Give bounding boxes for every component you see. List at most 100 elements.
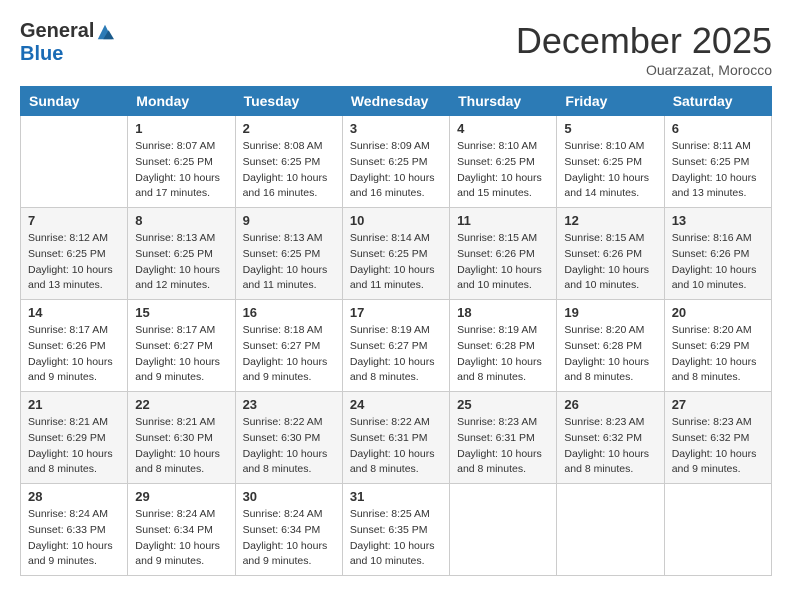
calendar-cell [664, 484, 771, 576]
day-info: Sunrise: 8:17 AMSunset: 6:27 PMDaylight:… [135, 323, 227, 386]
calendar-cell: 7 Sunrise: 8:12 AMSunset: 6:25 PMDaylight… [21, 208, 128, 300]
calendar-cell: 31Sunrise: 8:25 AMSunset: 6:35 PMDayligh… [342, 484, 449, 576]
day-number: 21 [28, 397, 120, 412]
column-header-wednesday: Wednesday [342, 87, 449, 116]
calendar-week-row: 28Sunrise: 8:24 AMSunset: 6:33 PMDayligh… [21, 484, 772, 576]
calendar-cell: 17 Sunrise: 8:19 AMSunset: 6:27 PMDayligh… [342, 300, 449, 392]
day-number: 5 [564, 121, 656, 136]
day-number: 4 [457, 121, 549, 136]
day-info: Sunrise: 8:20 AMSunset: 6:28 PMDaylight:… [564, 323, 656, 386]
column-header-saturday: Saturday [664, 87, 771, 116]
day-number: 22 [135, 397, 227, 412]
title-block: December 2025 Ouarzazat, Morocco [516, 20, 772, 78]
day-info: Sunrise: 8:22 AMSunset: 6:30 PMDaylight:… [243, 415, 335, 478]
day-info: Sunrise: 8:23 AMSunset: 6:32 PMDaylight:… [564, 415, 656, 478]
day-info: Sunrise: 8:15 AMSunset: 6:26 PMDaylight:… [457, 231, 549, 294]
calendar-cell [557, 484, 664, 576]
calendar-cell: 26 Sunrise: 8:23 AMSunset: 6:32 PMDayligh… [557, 392, 664, 484]
day-number: 12 [564, 213, 656, 228]
day-number: 9 [243, 213, 335, 228]
day-info: Sunrise: 8:13 AMSunset: 6:25 PMDaylight:… [243, 231, 335, 294]
calendar-cell [450, 484, 557, 576]
day-number: 13 [672, 213, 764, 228]
day-number: 26 [564, 397, 656, 412]
location-subtitle: Ouarzazat, Morocco [516, 62, 772, 78]
calendar-cell: 11 Sunrise: 8:15 AMSunset: 6:26 PMDayligh… [450, 208, 557, 300]
day-info: Sunrise: 8:23 AMSunset: 6:32 PMDaylight:… [672, 415, 764, 478]
day-number: 25 [457, 397, 549, 412]
day-number: 19 [564, 305, 656, 320]
day-info: Sunrise: 8:25 AMSunset: 6:35 PMDaylight:… [350, 507, 442, 570]
calendar-cell: 22 Sunrise: 8:21 AMSunset: 6:30 PMDayligh… [128, 392, 235, 484]
day-info: Sunrise: 8:08 AMSunset: 6:25 PMDaylight:… [243, 139, 335, 202]
day-number: 27 [672, 397, 764, 412]
day-info: Sunrise: 8:18 AMSunset: 6:27 PMDaylight:… [243, 323, 335, 386]
day-info: Sunrise: 8:15 AMSunset: 6:26 PMDaylight:… [564, 231, 656, 294]
day-info: Sunrise: 8:12 AMSunset: 6:25 PMDaylight:… [28, 231, 120, 294]
day-number: 16 [243, 305, 335, 320]
day-info: Sunrise: 8:10 AMSunset: 6:25 PMDaylight:… [457, 139, 549, 202]
day-number: 2 [243, 121, 335, 136]
day-number: 10 [350, 213, 442, 228]
day-info: Sunrise: 8:17 AMSunset: 6:26 PMDaylight:… [28, 323, 120, 386]
calendar-cell: 27 Sunrise: 8:23 AMSunset: 6:32 PMDayligh… [664, 392, 771, 484]
day-number: 17 [350, 305, 442, 320]
day-number: 1 [135, 121, 227, 136]
day-info: Sunrise: 8:19 AMSunset: 6:27 PMDaylight:… [350, 323, 442, 386]
calendar-cell: 21 Sunrise: 8:21 AMSunset: 6:29 PMDayligh… [21, 392, 128, 484]
calendar-cell: 9 Sunrise: 8:13 AMSunset: 6:25 PMDaylight… [235, 208, 342, 300]
day-info: Sunrise: 8:14 AMSunset: 6:25 PMDaylight:… [350, 231, 442, 294]
calendar-cell: 13 Sunrise: 8:16 AMSunset: 6:26 PMDayligh… [664, 208, 771, 300]
calendar-week-row: 21 Sunrise: 8:21 AMSunset: 6:29 PMDayligh… [21, 392, 772, 484]
day-info: Sunrise: 8:23 AMSunset: 6:31 PMDaylight:… [457, 415, 549, 478]
day-info: Sunrise: 8:22 AMSunset: 6:31 PMDaylight:… [350, 415, 442, 478]
calendar-cell: 3Sunrise: 8:09 AMSunset: 6:25 PMDaylight… [342, 116, 449, 208]
day-info: Sunrise: 8:21 AMSunset: 6:30 PMDaylight:… [135, 415, 227, 478]
day-info: Sunrise: 8:24 AMSunset: 6:34 PMDaylight:… [243, 507, 335, 570]
calendar-cell: 18 Sunrise: 8:19 AMSunset: 6:28 PMDayligh… [450, 300, 557, 392]
calendar-cell [21, 116, 128, 208]
day-number: 24 [350, 397, 442, 412]
calendar-week-row: 1 Sunrise: 8:07 AMSunset: 6:25 PMDaylight… [21, 116, 772, 208]
calendar-cell: 4 Sunrise: 8:10 AMSunset: 6:25 PMDaylight… [450, 116, 557, 208]
day-number: 20 [672, 305, 764, 320]
calendar-cell: 2 Sunrise: 8:08 AMSunset: 6:25 PMDaylight… [235, 116, 342, 208]
column-header-tuesday: Tuesday [235, 87, 342, 116]
day-number: 23 [243, 397, 335, 412]
calendar-cell: 20 Sunrise: 8:20 AMSunset: 6:29 PMDayligh… [664, 300, 771, 392]
day-info: Sunrise: 8:16 AMSunset: 6:26 PMDaylight:… [672, 231, 764, 294]
calendar-cell: 24 Sunrise: 8:22 AMSunset: 6:31 PMDayligh… [342, 392, 449, 484]
calendar-cell: 15 Sunrise: 8:17 AMSunset: 6:27 PMDayligh… [128, 300, 235, 392]
day-number: 18 [457, 305, 549, 320]
page-header: General Blue December 2025 Ouarzazat, Mo… [20, 20, 772, 78]
day-number: 8 [135, 213, 227, 228]
day-info: Sunrise: 8:09 AMSunset: 6:25 PMDaylight:… [350, 139, 442, 202]
calendar-cell: 8Sunrise: 8:13 AMSunset: 6:25 PMDaylight… [128, 208, 235, 300]
logo: General Blue [20, 20, 114, 66]
day-info: Sunrise: 8:10 AMSunset: 6:25 PMDaylight:… [564, 139, 656, 202]
calendar-cell: 12 Sunrise: 8:15 AMSunset: 6:26 PMDayligh… [557, 208, 664, 300]
day-number: 29 [135, 489, 227, 504]
calendar-cell: 19 Sunrise: 8:20 AMSunset: 6:28 PMDayligh… [557, 300, 664, 392]
day-info: Sunrise: 8:19 AMSunset: 6:28 PMDaylight:… [457, 323, 549, 386]
day-info: Sunrise: 8:07 AMSunset: 6:25 PMDaylight:… [135, 139, 227, 202]
calendar-cell: 5 Sunrise: 8:10 AMSunset: 6:25 PMDaylight… [557, 116, 664, 208]
calendar-header-row: SundayMondayTuesdayWednesdayThursdayFrid… [21, 87, 772, 116]
calendar-cell: 1 Sunrise: 8:07 AMSunset: 6:25 PMDaylight… [128, 116, 235, 208]
day-number: 15 [135, 305, 227, 320]
day-number: 11 [457, 213, 549, 228]
column-header-thursday: Thursday [450, 87, 557, 116]
day-info: Sunrise: 8:20 AMSunset: 6:29 PMDaylight:… [672, 323, 764, 386]
calendar-cell: 6Sunrise: 8:11 AMSunset: 6:25 PMDaylight… [664, 116, 771, 208]
day-info: Sunrise: 8:21 AMSunset: 6:29 PMDaylight:… [28, 415, 120, 478]
logo-blue-text: Blue [20, 43, 63, 66]
calendar-cell: 30 Sunrise: 8:24 AMSunset: 6:34 PMDayligh… [235, 484, 342, 576]
day-number: 28 [28, 489, 120, 504]
day-number: 6 [672, 121, 764, 136]
calendar-cell: 14 Sunrise: 8:17 AMSunset: 6:26 PMDayligh… [21, 300, 128, 392]
day-number: 30 [243, 489, 335, 504]
day-number: 14 [28, 305, 120, 320]
calendar-week-row: 7 Sunrise: 8:12 AMSunset: 6:25 PMDaylight… [21, 208, 772, 300]
day-number: 7 [28, 213, 120, 228]
calendar-cell: 10 Sunrise: 8:14 AMSunset: 6:25 PMDayligh… [342, 208, 449, 300]
